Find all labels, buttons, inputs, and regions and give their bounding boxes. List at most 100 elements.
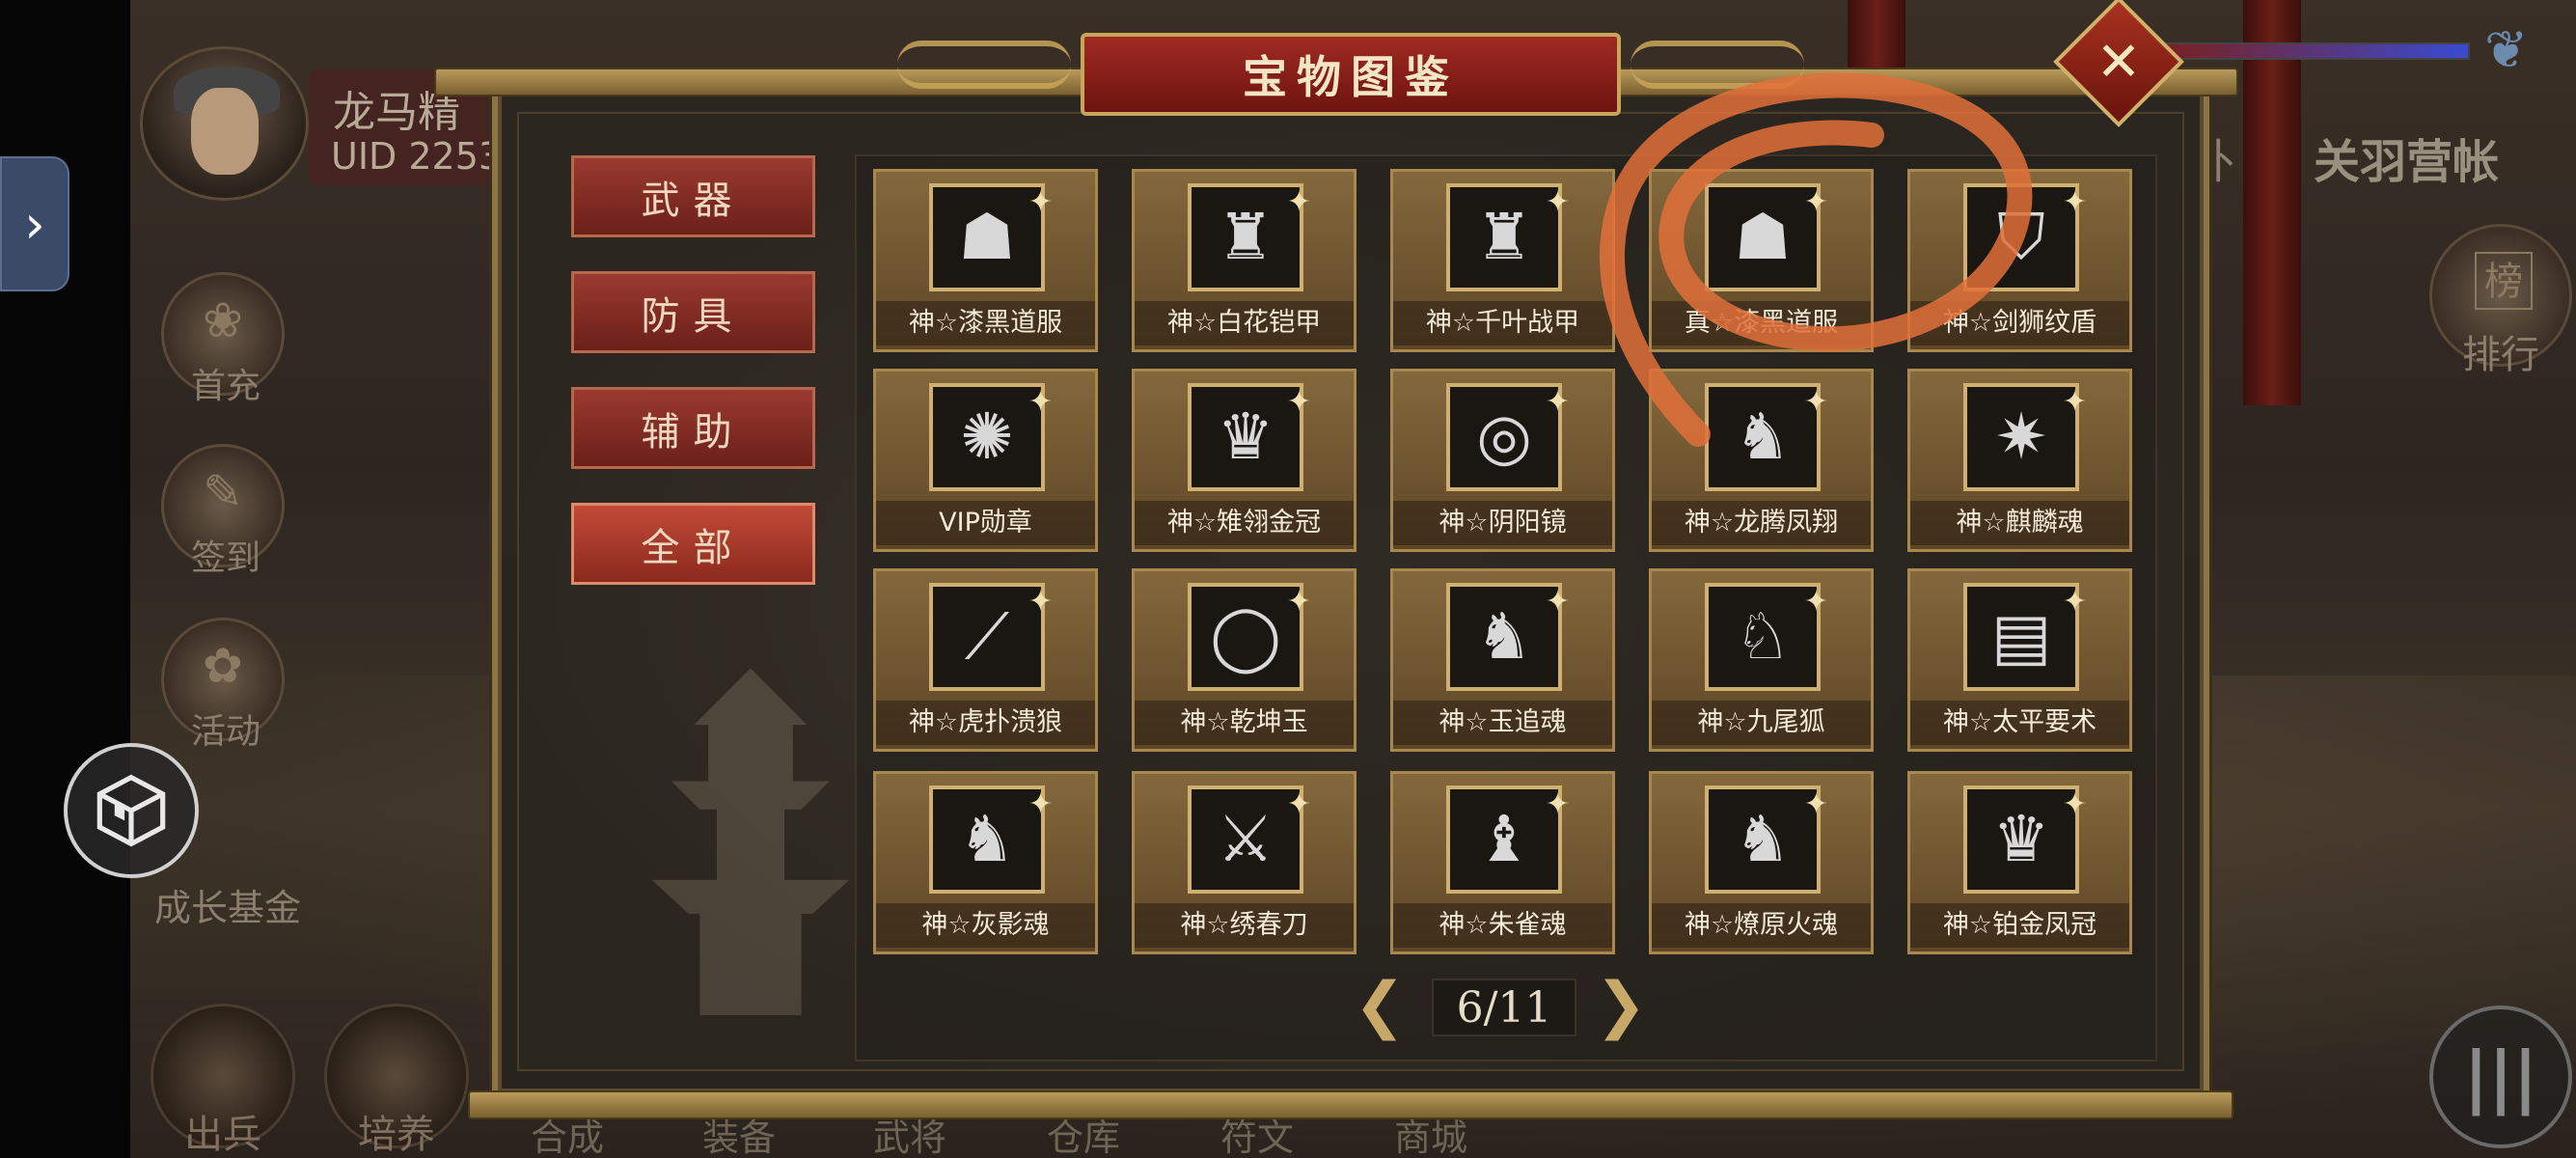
- item-art: ◯: [1210, 599, 1281, 674]
- item-card[interactable]: ♘ ✦ 神☆九尾狐: [1649, 568, 1874, 752]
- item-name: 神☆麒麟魂: [1910, 501, 2129, 545]
- item-name: 神☆乾坤玉: [1135, 701, 1354, 745]
- item-art: ⛉: [1997, 200, 2045, 274]
- scroll-icon: ✎: [203, 464, 243, 520]
- title-plate: 宝物图鉴: [1081, 33, 1621, 116]
- item-card[interactable]: ✺ ✦ VIP勋章: [873, 369, 1098, 552]
- sparkle-icon: ✦: [1028, 185, 1053, 219]
- item-art: ♜: [1217, 200, 1274, 274]
- sign-in-label: 签到: [190, 538, 260, 578]
- player-avatar[interactable]: [140, 46, 309, 201]
- train-button[interactable]: 培养: [324, 1004, 469, 1157]
- category-weapons-button[interactable]: 武器: [571, 155, 815, 237]
- item-art: ✺: [960, 400, 1014, 474]
- category-label: 武器: [641, 178, 746, 223]
- item-art: ♝: [1475, 802, 1533, 876]
- sparkle-icon: ✦: [2062, 787, 2087, 821]
- cube-icon: [96, 774, 166, 847]
- chevron-right-icon: ❯: [1595, 970, 1647, 1041]
- item-name: 真☆漆黑道服: [1652, 301, 1871, 345]
- sparkle-icon: ✦: [1545, 787, 1570, 821]
- sign-in-button[interactable]: ✎ 签到: [161, 444, 285, 578]
- sparkle-icon: ✦: [1545, 385, 1570, 419]
- sparkle-icon: ✦: [2062, 385, 2087, 419]
- sparkle-icon: ✦: [1028, 585, 1053, 619]
- sparkle-icon: ✦: [1286, 385, 1311, 419]
- item-art: ♞: [958, 802, 1016, 876]
- item-name: 神☆漆黑道服: [876, 301, 1095, 345]
- item-card[interactable]: ▤ ✦ 神☆太平要术: [1907, 568, 2132, 752]
- item-card[interactable]: ♛ ✦ 神☆雉翎金冠: [1132, 369, 1357, 552]
- next-page-button[interactable]: ❯: [1592, 975, 1650, 1040]
- cube-menu-button[interactable]: [64, 743, 199, 878]
- item-card[interactable]: ⟋ ✦ 神☆虎扑溃狼: [873, 568, 1098, 752]
- deploy-button[interactable]: 出兵: [151, 1004, 295, 1157]
- item-card[interactable]: ♞ ✦ 神☆灰影魂: [873, 771, 1098, 954]
- item-card[interactable]: ◯ ✦ 神☆乾坤玉: [1132, 568, 1357, 752]
- item-card[interactable]: ♜ ✦ 神☆白花铠甲: [1132, 169, 1357, 352]
- item-name: 神☆剑狮纹盾: [1910, 301, 2129, 345]
- ranking-icon: 榜: [2475, 252, 2533, 310]
- item-art: ⚔: [1217, 802, 1274, 876]
- item-card[interactable]: ♞ ✦ 神☆燎原火魂: [1649, 771, 1874, 954]
- sparkle-icon: ✦: [1803, 787, 1828, 821]
- background-pillar: [2243, 0, 2301, 405]
- item-card[interactable]: ♛ ✦ 神☆铂金凤冠: [1907, 771, 2132, 954]
- item-name: 神☆阴阳镜: [1393, 501, 1612, 545]
- flower-icon: ✿: [203, 638, 243, 694]
- item-card[interactable]: ⚔ ✦ 神☆绣春刀: [1132, 771, 1357, 954]
- previous-page-button[interactable]: ❮: [1351, 975, 1409, 1040]
- item-art: ♜: [1475, 200, 1533, 274]
- item-card[interactable]: ⛉ ✦ 神☆剑狮纹盾: [1907, 169, 2132, 352]
- item-art: ♛: [1217, 400, 1274, 474]
- sparkle-icon: ✦: [2062, 585, 2087, 619]
- item-name: 神☆绣春刀: [1135, 903, 1354, 948]
- pagoda-watermark: [651, 668, 850, 1016]
- item-name: 神☆白花铠甲: [1135, 301, 1354, 345]
- title-ornament-right: [1631, 41, 1804, 89]
- category-all-button[interactable]: 全部: [571, 503, 815, 585]
- item-name: 神☆灰影魂: [876, 903, 1095, 948]
- item-card[interactable]: ♝ ✦ 神☆朱雀魂: [1390, 771, 1615, 954]
- ranking-button[interactable]: 榜 排行: [2429, 224, 2572, 377]
- close-icon: ✕: [2096, 30, 2142, 94]
- bird-icon: ❦: [2484, 19, 2529, 80]
- item-card[interactable]: ✷ ✦ 神☆麒麟魂: [1907, 369, 2132, 552]
- sparkle-icon: ✦: [1028, 787, 1053, 821]
- chevron-left-icon: ❮: [1354, 970, 1406, 1041]
- item-card[interactable]: ♜ ✦ 神☆千叶战甲: [1390, 169, 1615, 352]
- activity-button[interactable]: ✿ 活动: [161, 618, 285, 752]
- background-tab-guanyu-camp[interactable]: 关羽营帐: [2314, 124, 2499, 191]
- page-title: 宝物图鉴: [1243, 51, 1459, 103]
- item-card[interactable]: ☗ ✦ 神☆漆黑道服: [873, 169, 1098, 352]
- item-card[interactable]: ♞ ✦ 神☆龙腾凤翔: [1649, 369, 1874, 552]
- title-ornament-left: [897, 41, 1071, 89]
- item-card[interactable]: ◎ ✦ 神☆阴阳镜: [1390, 369, 1615, 552]
- sparkle-icon: ✦: [1545, 585, 1570, 619]
- growth-fund-label[interactable]: 成长基金: [154, 878, 301, 931]
- item-name: 神☆玉追魂: [1393, 701, 1612, 745]
- item-art: ⟋: [964, 599, 1010, 674]
- ranking-label: 排行: [2462, 333, 2539, 377]
- category-auxiliary-button[interactable]: 辅助: [571, 387, 815, 469]
- sidebar-toggle-button[interactable]: ›: [0, 156, 69, 291]
- item-name: 神☆太平要术: [1910, 701, 2129, 745]
- first-recharge-button[interactable]: ❀ 首充: [161, 272, 285, 406]
- sparkle-icon: ✦: [1286, 185, 1311, 219]
- item-art: ♛: [1992, 802, 2050, 876]
- sparkle-icon: ✦: [2062, 185, 2087, 219]
- category-label: 全部: [641, 525, 746, 570]
- category-armor-button[interactable]: 防具: [571, 271, 815, 353]
- more-menu-button[interactable]: |||: [2429, 1006, 2572, 1148]
- sparkle-icon: ✦: [1803, 385, 1828, 419]
- item-art: ☗: [958, 200, 1016, 274]
- item-card[interactable]: ♞ ✦ 神☆玉追魂: [1390, 568, 1615, 752]
- avatar-face: [191, 88, 259, 175]
- item-card[interactable]: ☗ ✦ 真☆漆黑道服: [1649, 169, 1874, 352]
- item-name: 神☆朱雀魂: [1393, 903, 1612, 948]
- item-name: 神☆燎原火魂: [1652, 903, 1871, 948]
- menu-icon: |||: [2463, 1037, 2538, 1117]
- item-art: ▤: [1990, 599, 2052, 674]
- sparkle-icon: ✦: [1545, 185, 1570, 219]
- first-recharge-label: 首充: [190, 367, 260, 406]
